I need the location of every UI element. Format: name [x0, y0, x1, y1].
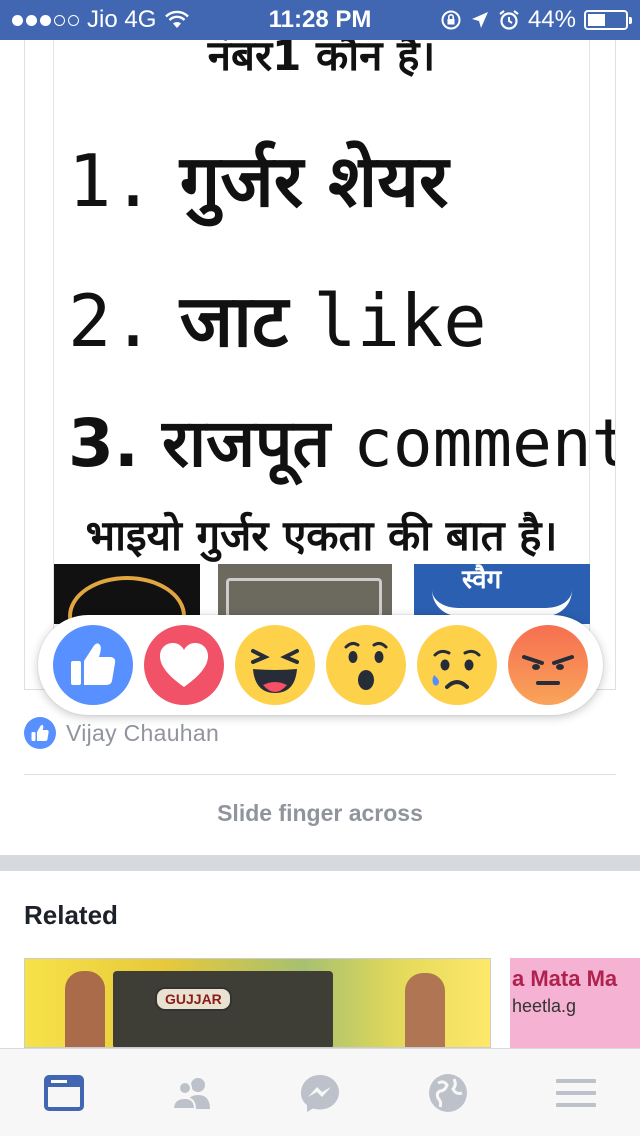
surprised-face-icon — [344, 641, 388, 690]
photo-line-2-action: like — [313, 279, 487, 363]
photo-line-2-number: 2. — [68, 279, 155, 363]
crying-face-icon — [432, 649, 481, 689]
status-bar: Jio 4G 11:28 PM 44% — [0, 0, 640, 40]
laughing-face-icon — [251, 649, 300, 693]
news-feed-tab[interactable] — [24, 1063, 104, 1123]
friends-icon — [171, 1077, 210, 1110]
angry-reaction[interactable] — [507, 625, 588, 705]
location-arrow-icon — [471, 12, 488, 28]
section-separator — [0, 855, 640, 871]
rotation-lock-icon — [441, 10, 461, 30]
heart-icon — [160, 643, 209, 687]
liker-name[interactable]: Vijay Chauhan — [66, 720, 219, 747]
globe-icon — [429, 1073, 467, 1112]
gujjar-badge: GUJJAR — [155, 987, 232, 1011]
divider — [24, 774, 616, 775]
post-photo[interactable]: नंबर1 कौन है। 1. गुर्जर शेयर 2. जाट like… — [53, 40, 615, 689]
status-bar-left: Jio 4G — [12, 6, 190, 34]
like-badge-icon — [24, 717, 56, 749]
reaction-summary[interactable]: Vijay Chauhan — [24, 716, 219, 750]
photo-text-heading: नंबर1 कौन है। — [207, 40, 436, 80]
status-bar-right: 44% — [440, 6, 632, 34]
related-video-card[interactable]: a Mata Ma heetla.g — [510, 958, 640, 1048]
photo-line-1-word: गुर्जर शेयर — [179, 139, 449, 223]
photo-text-line-1: 1. गुर्जर शेयर — [68, 130, 589, 228]
haha-reaction[interactable] — [235, 625, 316, 705]
photo-text-footer: भाइयो गुर्जर एकता की बात है। — [85, 511, 558, 560]
photo-line-3-number: 3. — [68, 405, 139, 482]
thumbs-up-icon — [71, 643, 116, 685]
wifi-icon — [165, 10, 190, 28]
messenger-icon — [301, 1074, 339, 1112]
news-feed-icon — [44, 1074, 84, 1111]
angry-face-icon — [521, 655, 574, 685]
photo-line-3-word: राजपूत — [161, 405, 331, 482]
related-card-subtitle: heetla.g — [512, 996, 577, 1016]
sad-reaction[interactable] — [416, 625, 497, 705]
photo-text-line-3: 3. राजपूत comment — [68, 396, 615, 486]
related-video-card[interactable]: GUJJAR — [24, 958, 491, 1048]
post-photo-frame[interactable]: नंबर1 कौन है। 1. गुर्जर शेयर 2. जाट like… — [24, 40, 616, 690]
photo-line-2-word: जाट — [179, 279, 289, 363]
carrier-label: Jio 4G — [87, 6, 157, 33]
person-figure — [65, 971, 105, 1047]
like-reaction[interactable] — [53, 625, 134, 705]
menu-tab[interactable] — [536, 1063, 616, 1123]
slide-hint: Slide finger across — [217, 800, 423, 826]
related-heading: Related — [24, 900, 118, 930]
alarm-icon — [499, 10, 519, 30]
love-reaction[interactable] — [144, 625, 225, 705]
notifications-tab[interactable] — [408, 1063, 488, 1123]
cell-signal-icon — [12, 14, 79, 26]
related-card-title: a Mata Ma — [512, 966, 618, 991]
clock: 11:28 PM — [268, 6, 372, 33]
friends-tab[interactable] — [152, 1063, 232, 1123]
wow-reaction[interactable] — [325, 625, 406, 705]
person-figure — [405, 973, 445, 1047]
reactions-popup — [38, 615, 603, 715]
bottom-tab-bar — [0, 1048, 640, 1136]
mustache-icon — [432, 590, 572, 616]
photo-text-line-2: 2. जाट like — [68, 270, 589, 368]
battery-percent: 44% — [527, 6, 576, 33]
hamburger-menu-icon — [556, 1078, 596, 1107]
photo-line-1-number: 1. — [68, 139, 155, 223]
messenger-tab[interactable] — [280, 1063, 360, 1123]
battery-icon — [584, 10, 632, 30]
photo-line-3-action: comment — [353, 405, 616, 482]
